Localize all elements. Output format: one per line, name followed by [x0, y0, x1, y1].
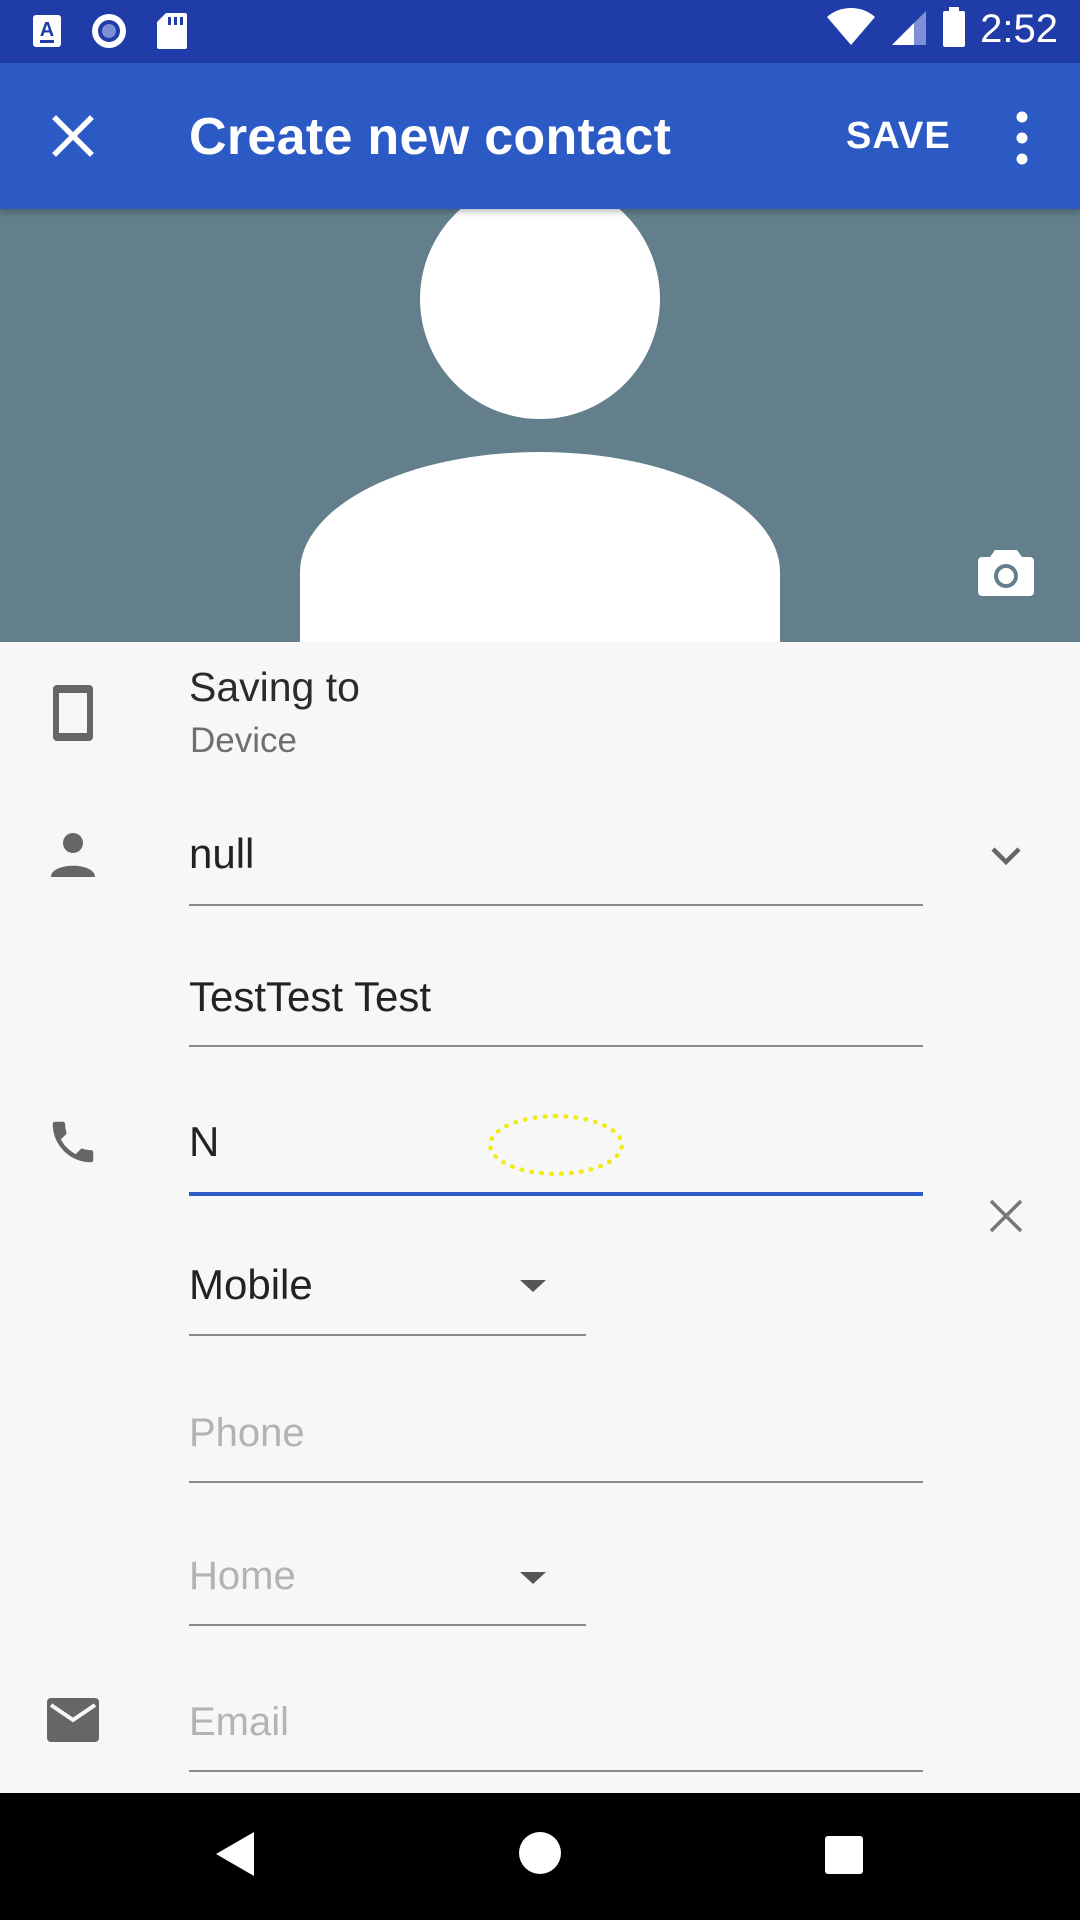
- account-value[interactable]: Device: [190, 721, 297, 761]
- home-icon[interactable]: [518, 1831, 562, 1880]
- recents-icon[interactable]: [824, 1835, 864, 1880]
- status-time: 2:52: [980, 7, 1058, 51]
- avatar-body: [300, 452, 780, 642]
- more-vert-icon[interactable]: [1000, 103, 1044, 173]
- dropdown-arrow-icon: [518, 1278, 548, 1299]
- status-bar: A 2:52: [0, 0, 1080, 63]
- contact-photo-area[interactable]: [0, 209, 1080, 642]
- phone2-underline: [189, 1481, 923, 1483]
- phone-device-icon: [50, 683, 96, 748]
- phone2-type-underline: [189, 1624, 586, 1626]
- name-underline: [189, 904, 923, 906]
- tap-indicator: [488, 1114, 624, 1176]
- signal-icon: [890, 7, 928, 52]
- full-name-underline: [189, 1045, 923, 1047]
- svg-text:A: A: [40, 19, 54, 41]
- wifi-icon: [826, 7, 876, 52]
- email-icon: [46, 1697, 100, 1748]
- sd-card-icon: [156, 12, 188, 55]
- font-app-icon: A: [32, 14, 62, 53]
- name-field[interactable]: null: [189, 830, 254, 878]
- email-input[interactable]: Email: [189, 1700, 289, 1745]
- battery-icon: [942, 6, 966, 53]
- email-underline: [189, 1770, 923, 1772]
- phone-underline-focused: [189, 1192, 923, 1196]
- phone-type-underline: [189, 1334, 586, 1336]
- clear-icon[interactable]: [986, 1196, 1026, 1241]
- camera-icon[interactable]: [975, 542, 1037, 604]
- full-name-field[interactable]: TestTest Test: [189, 973, 431, 1021]
- phone-input[interactable]: N: [189, 1118, 219, 1166]
- phone-icon: [46, 1115, 100, 1174]
- dropdown-arrow-icon: [518, 1570, 548, 1591]
- phone2-type-select[interactable]: Home: [189, 1554, 296, 1599]
- page-title: Create new contact: [189, 108, 672, 166]
- person-icon: [50, 832, 96, 883]
- app-bar: Create new contact SAVE: [0, 63, 1080, 209]
- phone-type-select[interactable]: Mobile: [189, 1261, 313, 1309]
- record-icon: [90, 12, 128, 55]
- phone2-input[interactable]: Phone: [189, 1411, 305, 1456]
- avatar-head: [420, 209, 660, 419]
- save-button[interactable]: SAVE: [846, 115, 951, 158]
- navigation-bar: [0, 1793, 1080, 1920]
- close-icon[interactable]: [40, 103, 106, 169]
- chevron-down-icon[interactable]: [988, 842, 1024, 875]
- saving-to-label: Saving to: [189, 664, 360, 710]
- back-icon[interactable]: [214, 1830, 256, 1883]
